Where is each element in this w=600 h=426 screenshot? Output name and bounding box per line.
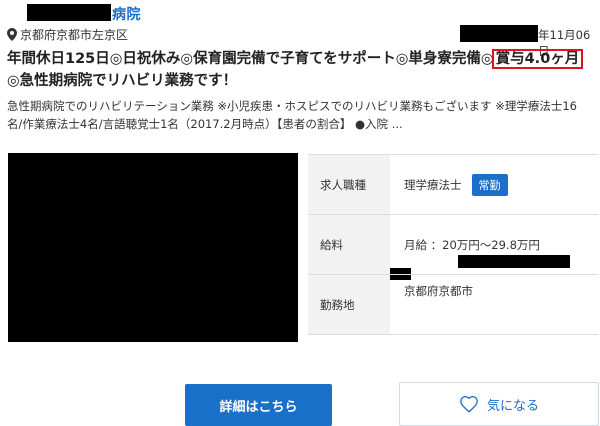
info-row-job-type: 求人職種 理学療法士 常勤 [308,155,598,215]
salary-value: 月給 ：20万円〜29.8万円 [404,237,540,252]
title-line2: ◎急性期病院でリハビリ業務です！ [7,73,238,89]
info-value: 理学療法士 常勤 [390,155,598,214]
info-label: 求人職種 [308,155,390,214]
map-pin-icon [7,28,17,41]
heart-icon [460,395,478,413]
redacted-hospital-name [27,4,111,21]
job-info-table: 求人職種 理学療法士 常勤 給料 月給 ：20万円〜29.8万円 勤務地 京都府… [308,154,598,335]
bonus-highlight: 賞与4.0ヶ月 [491,49,584,69]
job-title[interactable]: 年間休日125日◎日祝休み◎保育園完備で子育てをサポート◎単身寮完備◎ 賞与4.0… [7,48,597,92]
info-label: 給料 [308,215,390,274]
hospital-name-link[interactable]: 病院 [112,4,141,24]
favorite-label: 気になる [486,398,539,414]
info-row-location: 勤務地 京都府京都市 [308,275,598,335]
details-button[interactable]: 詳細はこちら [185,384,332,426]
location: 京都府京都市左京区 [7,26,128,43]
redacted-date-year [460,25,538,42]
info-row-salary: 給料 月給 ：20万円〜29.8万円 [308,215,598,275]
employment-type-badge: 常勤 [471,173,508,196]
favorite-button[interactable]: 気になる [399,382,599,426]
job-photo-redacted [8,153,298,342]
job-summary: 急性期病院でのリハビリテーション業務 ※小児疾患・ホスピスでのリハビリ業務もござ… [7,99,577,131]
work-location-text: 京都府京都市 [404,284,473,298]
location-text: 京都府京都市左京区 [20,28,129,42]
info-label: 勤務地 [308,275,390,334]
work-location-value: 京都府京都市 [390,275,598,334]
job-type-value: 理学療法士 [404,177,462,192]
title-line1: 年間休日125日◎日祝休み◎保育園完備で子育てをサポート◎単身寮完備◎ [7,51,494,67]
